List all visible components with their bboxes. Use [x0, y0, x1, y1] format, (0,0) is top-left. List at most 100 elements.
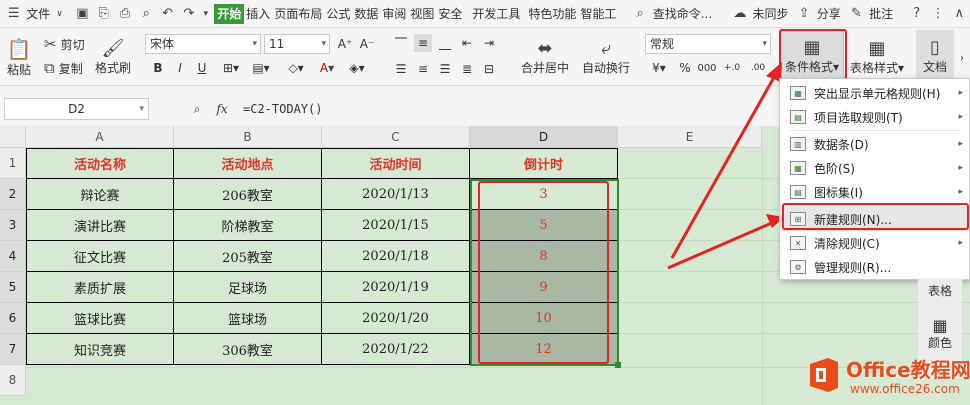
cell-a6[interactable]: 篮球比赛 — [26, 303, 174, 334]
tab-data[interactable]: 数据 — [352, 4, 380, 24]
file-menu[interactable]: 文件 — [24, 4, 52, 24]
search-icon[interactable]: ⌕ — [632, 5, 647, 23]
cut-button[interactable]: ✂ 剪切 — [44, 34, 85, 54]
row-header-3[interactable]: 3 — [0, 210, 26, 241]
percent-icon[interactable]: % — [676, 58, 694, 78]
clear-format-icon[interactable]: ◈▾ — [344, 58, 370, 78]
cloud-icon[interactable]: ☁ — [732, 5, 747, 23]
row-header-1[interactable]: 1 — [0, 148, 26, 179]
name-box[interactable]: D2 ▾ — [4, 98, 149, 120]
shrink-font-icon[interactable]: A⁻ — [358, 34, 376, 54]
align-right-icon[interactable]: ☰ — [436, 60, 454, 78]
cell-c3[interactable]: 2020/1/15 — [322, 210, 470, 241]
font-color-icon[interactable]: A ▾ — [314, 58, 340, 78]
font-name-select[interactable]: 宋体 ▾ — [145, 34, 261, 54]
header-cell-time[interactable]: 活动时间 — [322, 148, 470, 179]
qa-dropdown-icon[interactable]: ▾ — [202, 5, 209, 23]
align-bottom-icon[interactable]: ⎽ — [436, 34, 454, 52]
distribute-icon[interactable]: ⊟ — [480, 60, 498, 78]
paste-button[interactable]: 📋 粘贴 — [4, 32, 34, 82]
column-header-e[interactable]: E — [618, 126, 762, 148]
cell-b6[interactable]: 篮球场 — [174, 303, 322, 334]
cell-b5[interactable]: 足球场 — [174, 272, 322, 303]
bold-icon[interactable]: B — [150, 58, 166, 78]
table-style-button[interactable]: ▦ 表格样式▾ — [848, 32, 906, 82]
border-icon[interactable]: ⊞▾ — [218, 58, 244, 78]
currency-icon[interactable]: ¥▾ — [648, 58, 670, 78]
cell-a5[interactable]: 素质扩展 — [26, 272, 174, 303]
align-left-icon[interactable]: ☰ — [392, 60, 410, 78]
fill-style-icon[interactable]: ▤▾ — [248, 58, 274, 78]
menu-item-clear-rules[interactable]: ✕ 清除规则(C) ▸ — [780, 231, 969, 255]
comment-icon[interactable]: ✎ — [849, 5, 864, 23]
cell-a2[interactable]: 辩论赛 — [26, 179, 174, 210]
document-button[interactable]: ▯ 文档 — [916, 30, 954, 82]
cell-a3[interactable]: 演讲比赛 — [26, 210, 174, 241]
wrap-text-button[interactable]: ⤶ 自动换行 — [580, 32, 632, 82]
row-header-6[interactable]: 6 — [0, 303, 26, 334]
column-header-b[interactable]: B — [174, 126, 322, 148]
fx-label[interactable]: fx — [212, 100, 232, 118]
undo-icon[interactable]: ↶ — [160, 5, 175, 23]
header-cell-countdown[interactable]: 倒计时 — [470, 148, 618, 179]
side-table-button[interactable]: 表格 — [918, 282, 962, 299]
thousands-icon[interactable]: 000 — [697, 58, 716, 78]
cell-b3[interactable]: 阶梯教室 — [174, 210, 322, 241]
print-icon[interactable]: ⎙ — [117, 5, 132, 23]
menu-item-icon-sets[interactable]: ▤ 图标集(I) ▸ — [780, 180, 969, 204]
align-top-icon[interactable]: ⎺ — [392, 34, 410, 52]
select-all-corner[interactable] — [0, 126, 26, 148]
underline-icon[interactable]: U — [194, 58, 210, 78]
row-header-4[interactable]: 4 — [0, 241, 26, 272]
menu-item-highlight-rules[interactable]: ▦ 突出显示单元格规则(H) ▸ — [780, 81, 969, 105]
share-icon[interactable]: ⇪ — [796, 5, 811, 23]
tab-insert[interactable]: 插入 — [244, 4, 272, 24]
save-icon[interactable]: ▣ — [75, 5, 90, 23]
menu-item-top-bottom-rules[interactable]: ▤ 项目选取规则(T) ▸ — [780, 105, 969, 129]
fill-color-icon[interactable]: ◇▾ — [282, 58, 310, 78]
zoom-icon[interactable]: ⌕ — [188, 100, 206, 118]
tab-review[interactable]: 审阅 — [380, 4, 408, 24]
redo-icon[interactable]: ↷ — [181, 5, 196, 23]
format-painter-button[interactable]: 🖌 格式刷 — [94, 32, 132, 82]
fill-handle[interactable] — [615, 362, 621, 368]
menu-item-manage-rules[interactable]: ⚙ 管理规则(R)... — [780, 255, 969, 279]
tab-developer[interactable]: 开发工具 — [470, 4, 522, 24]
column-header-d[interactable]: D — [470, 126, 618, 148]
share-button[interactable]: 分享 — [815, 4, 843, 24]
tab-smart-tools[interactable]: 智能工 — [578, 4, 618, 24]
italic-icon[interactable]: I — [172, 58, 188, 78]
cell-c7[interactable]: 2020/1/22 — [322, 334, 470, 365]
header-cell-name[interactable]: 活动名称 — [26, 148, 174, 179]
column-header-a[interactable]: A — [26, 126, 174, 148]
color-palette-icon[interactable]: ▦ — [918, 316, 962, 335]
sync-status[interactable]: 未同步 — [750, 4, 790, 24]
font-size-select[interactable]: 11 ▾ — [264, 34, 330, 54]
search-command[interactable]: 查找命令... — [651, 4, 714, 24]
row-header-5[interactable]: 5 — [0, 272, 26, 303]
tab-view[interactable]: 视图 — [408, 4, 436, 24]
menu-item-data-bars[interactable]: ▥ 数据条(D) ▸ — [780, 132, 969, 156]
indent-increase-icon[interactable]: ⇥ — [480, 34, 498, 52]
align-center-icon[interactable]: ≡ — [414, 60, 432, 78]
decimal-increase-icon[interactable]: +.0 — [722, 58, 742, 78]
print-preview-icon[interactable]: ⌕ — [139, 5, 154, 23]
row-header-8[interactable]: 8 — [0, 365, 26, 396]
cell-a7[interactable]: 知识竞赛 — [26, 334, 174, 365]
cell-b2[interactable]: 206教室 — [174, 179, 322, 210]
cell-c5[interactable]: 2020/1/19 — [322, 272, 470, 303]
copy-button[interactable]: ⧉ 复制 — [44, 58, 83, 78]
cell-a4[interactable]: 征文比赛 — [26, 241, 174, 272]
more-icon[interactable]: ⋮ — [930, 5, 945, 23]
cell-c6[interactable]: 2020/1/20 — [322, 303, 470, 334]
decimal-decrease-icon[interactable]: .00 — [748, 58, 768, 78]
tab-formulas[interactable]: 公式 — [324, 4, 352, 24]
cell-c2[interactable]: 2020/1/13 — [322, 179, 470, 210]
indent-decrease-icon[interactable]: ⇤ — [458, 34, 476, 52]
tab-special[interactable]: 特色功能 — [526, 4, 578, 24]
formula-input[interactable]: =C2-TODAY() — [243, 98, 763, 120]
help-icon[interactable]: ? — [909, 5, 924, 23]
cell-b4[interactable]: 205教室 — [174, 241, 322, 272]
cell-b7[interactable]: 306教室 — [174, 334, 322, 365]
header-cell-location[interactable]: 活动地点 — [174, 148, 322, 179]
